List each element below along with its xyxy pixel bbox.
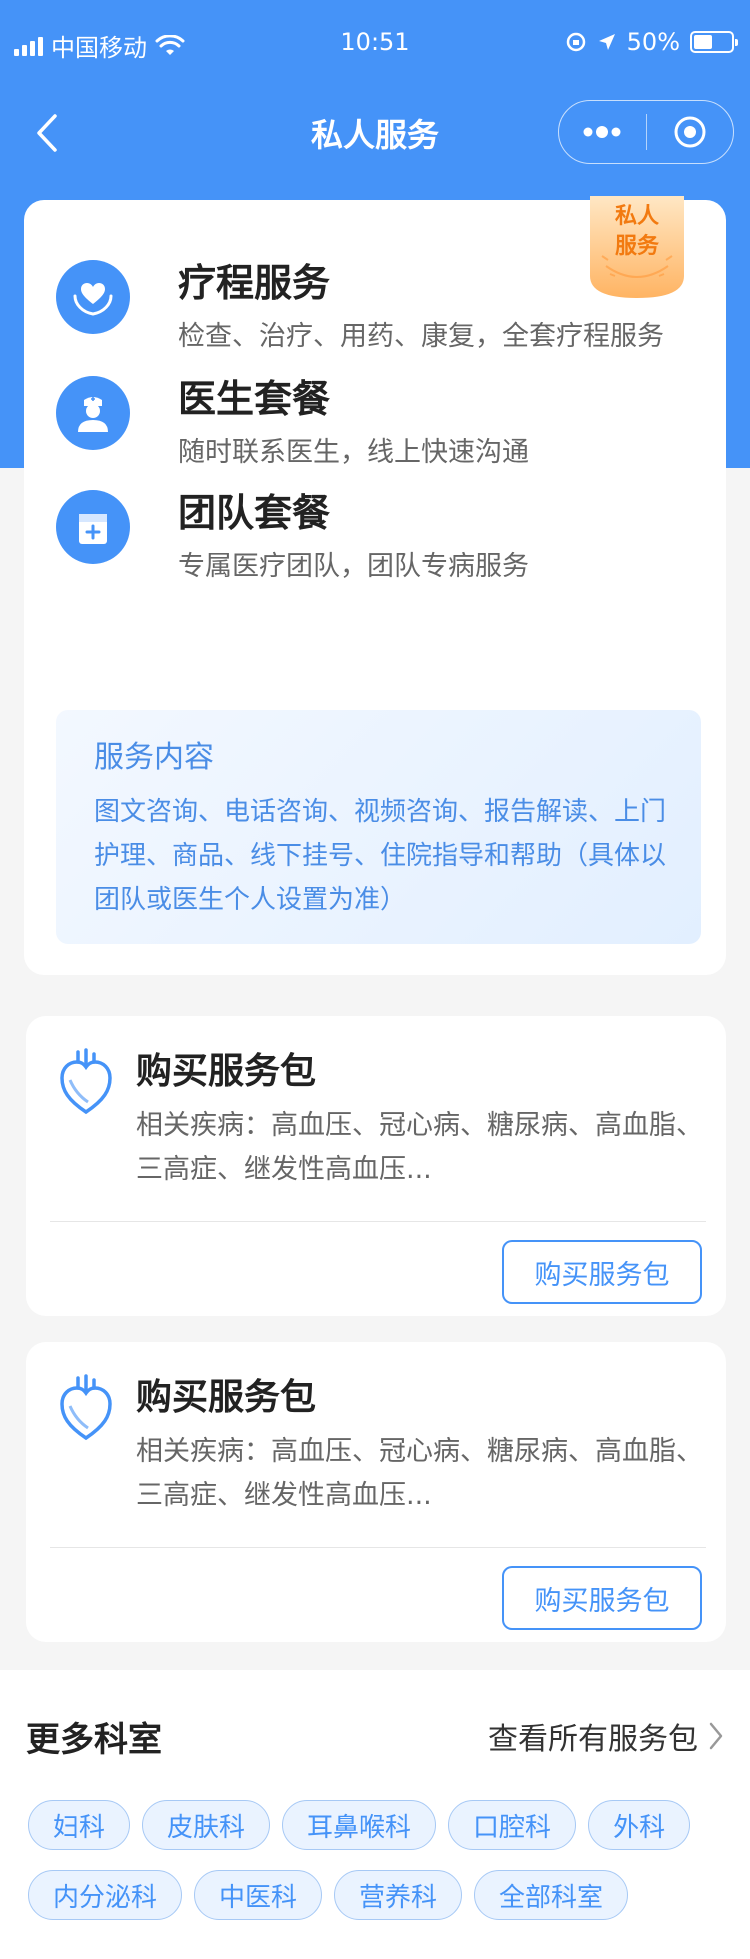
package-title: 购买服务包 xyxy=(136,1377,317,1418)
heart-icon xyxy=(60,1048,112,1115)
department-tag[interactable]: 全部科室 xyxy=(474,1870,629,1920)
service-content-text: 图文咨询、电话咨询、视频咨询、报告解读、上门护理、商品、线下挂号、住院指导和帮助… xyxy=(94,797,667,915)
navigation-bar: 私人服务 xyxy=(0,86,750,182)
heart-hands-icon xyxy=(56,260,130,334)
view-all-label: 查看所有服务包 xyxy=(488,1722,698,1757)
battery-percent: 50% xyxy=(626,28,680,56)
service-desc: 检查、治疗、用药、康复，全套疗程服务 xyxy=(178,321,664,352)
service-content-title: 服务内容 xyxy=(94,740,214,775)
service-title: 疗程服务 xyxy=(178,261,331,305)
department-tag[interactable]: 妇科 xyxy=(28,1800,131,1850)
more-departments-section: 更多科室 查看所有服务包 妇科 皮肤科 耳鼻喉科 口腔科 外科 内分泌科 中医科… xyxy=(0,1670,750,1959)
service-desc: 专属医疗团队，团队专病服务 xyxy=(178,551,529,582)
chevron-right-icon xyxy=(709,1722,723,1750)
battery-icon xyxy=(690,31,738,53)
service-title: 团队套餐 xyxy=(178,491,331,535)
package-desc: 相关疾病：高血压、冠心病、糖尿病、高血脂、三高症、继发性高血压... xyxy=(136,1436,703,1511)
battery-fill xyxy=(694,35,712,49)
service-course[interactable]: 疗程服务 检查、治疗、用药、康复，全套疗程服务 xyxy=(56,252,706,362)
department-tag[interactable]: 中医科 xyxy=(194,1870,323,1920)
department-tag[interactable]: 内分泌科 xyxy=(28,1870,183,1920)
status-bar: 中国移动 10:51 50% xyxy=(0,0,750,86)
status-right: 50% xyxy=(565,28,738,56)
more-button[interactable] xyxy=(559,101,646,163)
buy-package-button[interactable]: 购买服务包 xyxy=(502,1566,702,1630)
more-dots-icon xyxy=(583,126,621,138)
view-all-packages-link[interactable]: 查看所有服务包 xyxy=(488,1714,724,1758)
package-card: 购买服务包 相关疾病：高血压、冠心病、糖尿病、高血脂、三高症、继发性高血压...… xyxy=(26,1342,726,1642)
package-desc: 相关疾病：高血压、冠心病、糖尿病、高血脂、三高症、继发性高血压... xyxy=(136,1110,703,1185)
package-title: 购买服务包 xyxy=(136,1051,317,1092)
heart-icon xyxy=(60,1374,112,1441)
doctor-icon xyxy=(56,376,130,450)
location-icon xyxy=(598,34,615,50)
target-icon xyxy=(674,116,706,148)
buy-package-button[interactable]: 购买服务包 xyxy=(502,1240,702,1304)
badge-line-1: 私人 xyxy=(614,204,659,229)
service-doctor-package[interactable]: 医生套餐 随时联系医生，线上快速沟通 xyxy=(56,368,706,478)
service-team-package[interactable]: 团队套餐 专属医疗团队，团队专病服务 xyxy=(56,482,706,592)
service-content-box: 服务内容 图文咨询、电话咨询、视频咨询、报告解读、上门护理、商品、线下挂号、住院… xyxy=(56,710,701,944)
close-miniprogram-button[interactable] xyxy=(647,101,734,163)
department-tag[interactable]: 皮肤科 xyxy=(142,1800,271,1850)
service-title: 医生套餐 xyxy=(178,377,331,421)
orientation-lock-icon xyxy=(566,32,585,52)
department-tag[interactable]: 营养科 xyxy=(334,1870,463,1920)
private-service-card: 私人 服务 疗程服务 检查、治疗、用药、康复，全套疗程服务 医生套餐 随时联系医… xyxy=(24,196,726,975)
medical-kit-icon xyxy=(56,490,130,564)
department-tag[interactable]: 外科 xyxy=(588,1800,691,1850)
department-tags: 妇科 皮肤科 耳鼻喉科 口腔科 外科 内分泌科 中医科 营养科 全部科室 xyxy=(28,1800,728,1920)
department-tag[interactable]: 耳鼻喉科 xyxy=(282,1800,437,1850)
miniprogram-capsule xyxy=(558,100,734,164)
department-tag[interactable]: 口腔科 xyxy=(448,1800,577,1850)
section-title: 更多科室 xyxy=(26,1720,162,1760)
service-desc: 随时联系医生，线上快速沟通 xyxy=(178,437,529,468)
package-card: 购买服务包 相关疾病：高血压、冠心病、糖尿病、高血脂、三高症、继发性高血压...… xyxy=(26,1016,726,1316)
